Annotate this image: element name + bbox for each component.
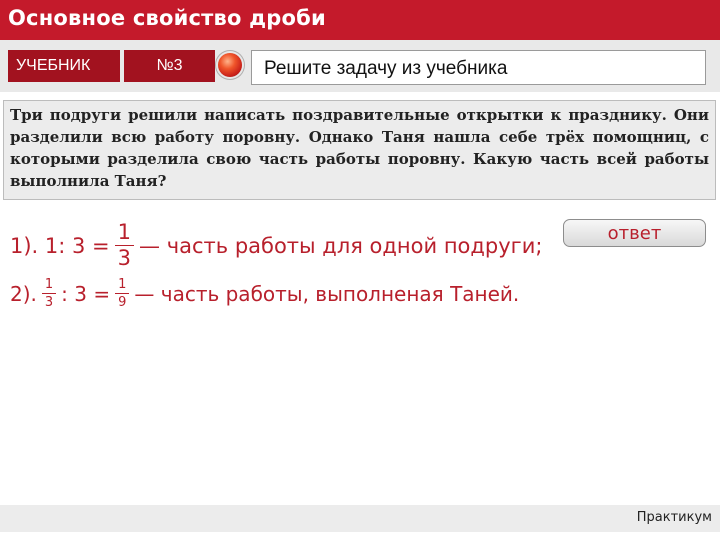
fraction-one-ninth: 1 9 (115, 277, 130, 309)
fraction-numerator: 1 (118, 277, 127, 292)
title-bar: Основное свойство дроби (0, 0, 720, 40)
textbook-tab[interactable]: УЧЕБНИК (8, 50, 120, 82)
fraction-numerator: 1 (117, 220, 132, 244)
solution-step-1-text: — часть работы для одной подруги; (139, 233, 543, 258)
task-number-tab[interactable]: №3 (124, 50, 215, 82)
fraction-denominator: 3 (41, 293, 57, 309)
problem-statement: Три подруги решили написать поздравитель… (3, 100, 716, 200)
solution-line-2: 2). 1 3 : 3 = 1 9 — часть работы, выполн… (10, 278, 519, 309)
solution-step-1-prefix: 1). 1: 3 = (10, 233, 110, 258)
solution-step-2-text: — часть работы, выполненая Таней. (134, 281, 520, 306)
footer-practicum-label: Практикум (636, 510, 712, 525)
solution-line-1: 1). 1: 3 = 1 3 — часть работы для одной … (10, 222, 542, 269)
red-orb-icon[interactable] (218, 53, 242, 77)
divider (0, 93, 720, 95)
solution-step-2-prefix: 2). (10, 281, 37, 306)
fraction-denominator: 3 (114, 245, 135, 269)
answer-button[interactable]: ответ (563, 219, 706, 247)
task-instruction: Решите задачу из учебника (251, 50, 706, 85)
page-title: Основное свойство дроби (8, 6, 326, 30)
fraction-numerator: 1 (44, 277, 54, 292)
solution-step-2-operator: : 3 = (61, 281, 111, 306)
fraction-denominator: 9 (115, 293, 130, 309)
footer-bar (0, 505, 720, 532)
fraction-one-third-small: 1 3 (41, 277, 57, 309)
fraction-one-third: 1 3 (114, 220, 135, 269)
